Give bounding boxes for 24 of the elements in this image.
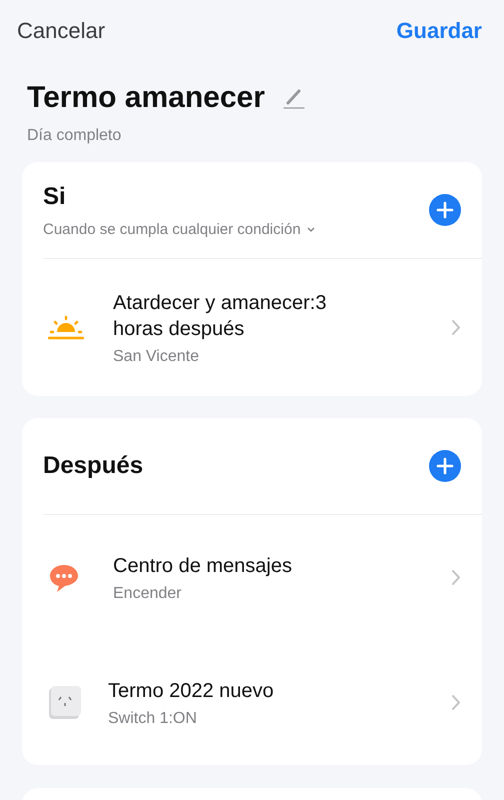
section-title: Después — [43, 452, 144, 480]
scene-subtitle: Día completo — [26, 126, 122, 145]
item-title[interactable]: Centro de mensajes — [113, 552, 363, 578]
plus-icon[interactable] — [436, 457, 454, 475]
plus-icon[interactable] — [436, 201, 454, 219]
sunrise-icon — [48, 314, 84, 340]
condition-selector[interactable]: Cuando se cumpla cualquier condición — [43, 220, 301, 238]
item-detail: Switch 1:ON — [108, 710, 198, 728]
chevron-right-icon — [451, 569, 461, 586]
smart-plug-icon — [48, 684, 82, 720]
item-title[interactable]: Termo 2022 nuevo — [108, 678, 358, 704]
save-button[interactable]: Guardar — [396, 18, 482, 44]
chevron-right-icon — [451, 319, 461, 336]
caret-icon[interactable] — [306, 226, 315, 232]
chevron-right-icon — [451, 694, 461, 711]
section-title: Si — [43, 182, 67, 210]
add-button[interactable] — [429, 450, 461, 482]
cancel-button[interactable]: Cancelar — [17, 18, 106, 44]
add-button[interactable] — [429, 194, 461, 226]
item-title[interactable]: Atardecer y amanecer:3 horas después — [113, 290, 363, 342]
item-detail: Encender — [113, 584, 182, 602]
scene-title: Termo amanecer — [27, 81, 265, 115]
item-detail: San Vicente — [113, 348, 200, 366]
edit-icon[interactable] — [282, 87, 305, 109]
